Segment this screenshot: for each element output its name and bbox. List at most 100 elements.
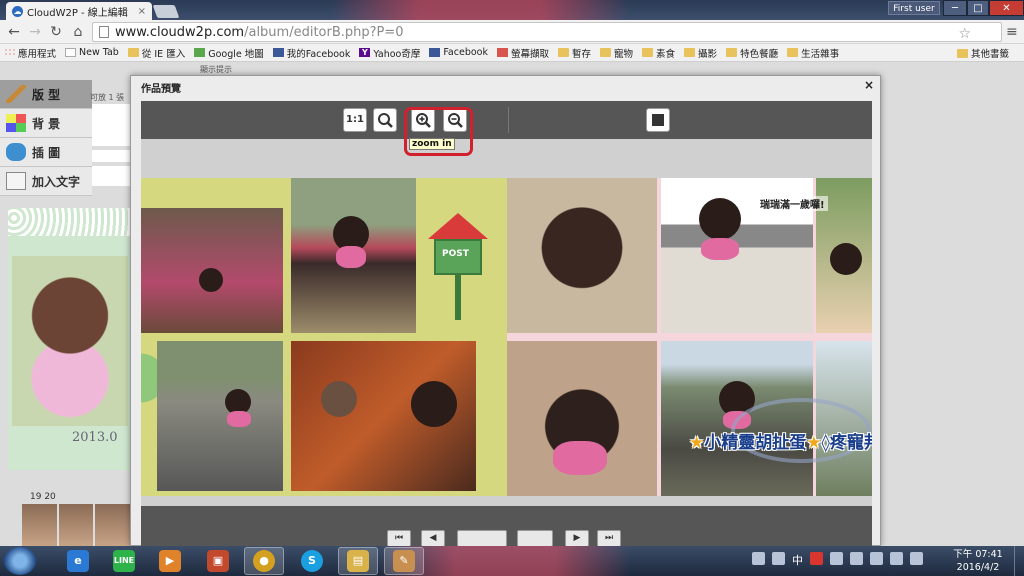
album-photo [157, 341, 283, 491]
side-menu-label: 加入文字 [32, 174, 81, 189]
window-minimize-button[interactable]: ─ [943, 0, 967, 16]
taskbar-store[interactable]: ▣ [198, 547, 238, 575]
side-menu-illustration[interactable]: 插 圖 [0, 138, 92, 167]
tab-close-icon[interactable]: × [138, 6, 146, 17]
bookmark-yahoo[interactable]: Y Yahoo奇摩 [359, 46, 420, 60]
bookmark-label: 螢幕擷取 [510, 48, 549, 60]
watermark-text: 小精靈胡扯蛋 [704, 433, 807, 453]
back-arrow-icon[interactable]: ← [6, 24, 22, 40]
page-input[interactable] [517, 530, 553, 547]
dog-photo [12, 256, 128, 426]
taskbar-paint[interactable]: ✎ [384, 547, 424, 575]
page-numbers: 19 20 [30, 492, 56, 502]
window-close-button[interactable]: ✕ [989, 0, 1024, 16]
address-bar[interactable]: www.cloudw2p.com /album/editorB.php?P=0 … [92, 22, 1002, 42]
facebook-icon [272, 48, 284, 57]
skype-icon: S [301, 550, 323, 572]
album-page-thumbnail[interactable]: 2013.0 [8, 208, 132, 470]
first-page-button[interactable]: ⏮ [387, 530, 411, 547]
taskbar-skype[interactable]: S [292, 547, 332, 575]
bookmark-new-tab[interactable]: New Tab [65, 47, 119, 58]
bookmark-label: 其他書籤 [970, 49, 1009, 60]
editor-side-menu: 版 型 背 景 插 圖 加入文字 [0, 80, 92, 200]
taskbar-ie[interactable]: e [58, 547, 98, 575]
tray-battery-icon[interactable] [870, 552, 883, 565]
bookmark-folder-vegetarian[interactable]: 素食 [642, 46, 675, 60]
layout-icon [6, 85, 26, 103]
reload-icon[interactable]: ↻ [48, 24, 64, 40]
taskbar-explorer[interactable]: ▤ [338, 547, 378, 575]
layout-option[interactable] [92, 150, 130, 162]
layout-option[interactable] [92, 166, 130, 186]
taskbar-media-player[interactable]: ▶ [150, 547, 190, 575]
bookmark-facebook[interactable]: Facebook [429, 47, 488, 58]
star-icon: ★ [806, 433, 822, 453]
bookmark-other[interactable]: 其他書籤 [956, 46, 1009, 60]
folder-icon: ▤ [347, 550, 369, 572]
folder-icon [956, 48, 968, 58]
side-menu-label: 背 景 [32, 116, 61, 131]
user-profile-badge[interactable]: First user [888, 1, 940, 15]
bookmark-folder-life[interactable]: 生活雜事 [787, 46, 839, 60]
forward-arrow-icon[interactable]: → [27, 24, 43, 40]
tray-language-indicator[interactable]: 中 [792, 552, 803, 567]
home-icon[interactable]: ⌂ [70, 24, 86, 40]
bookmark-label: New Tab [79, 47, 119, 58]
side-menu-background[interactable]: 背 景 [0, 109, 92, 138]
tray-windows-icon[interactable] [830, 552, 843, 565]
bookmark-screen-capture[interactable]: 螢幕擷取 [496, 46, 549, 60]
bookmark-folder-pets[interactable]: 寵物 [600, 46, 633, 60]
fullscreen-icon [652, 114, 664, 126]
site-favicon-icon: ☁ [12, 5, 23, 17]
taskbar-chrome[interactable]: ● [244, 547, 284, 575]
show-desktop-button[interactable] [1014, 546, 1024, 576]
page-selector[interactable] [457, 530, 507, 547]
browser-tab[interactable]: ☁ CloudW2P - 線上編輯 × [6, 2, 152, 20]
prev-page-button[interactable]: ◀ [421, 530, 445, 547]
tray-volume-icon[interactable] [910, 552, 923, 565]
page-thumbnail[interactable] [58, 504, 94, 546]
bookmark-my-facebook[interactable]: 我的Facebook [272, 46, 350, 60]
taskbar-line[interactable]: LINE [104, 547, 144, 575]
bookmark-folder-restaurants[interactable]: 特色餐廳 [726, 46, 778, 60]
new-tab-button[interactable] [152, 5, 180, 18]
page-thumbnail[interactable] [95, 504, 131, 546]
tray-keyboard-icon[interactable] [752, 552, 765, 565]
side-menu-add-text[interactable]: 加入文字 [0, 167, 92, 196]
dialog-close-icon[interactable]: × [864, 78, 874, 92]
bookmark-folder-temp[interactable]: 暫存 [558, 46, 591, 60]
bookmark-label: 暫存 [572, 48, 592, 60]
layout-option[interactable] [92, 104, 130, 146]
tray-app-icon[interactable] [810, 552, 823, 565]
last-page-button[interactable]: ⏭ [597, 530, 621, 547]
browser-toolbar: ← → ↻ ⌂ www.cloudw2p.com /album/editorB.… [0, 20, 1024, 44]
taskbar-clock[interactable]: 下午 07:41 2016/4/2 [948, 548, 1008, 574]
bookmark-google-maps[interactable]: Google 地圖 [194, 46, 264, 60]
start-button[interactable] [4, 547, 36, 575]
fit-zoom-button[interactable] [373, 108, 397, 132]
layout-options [92, 104, 130, 194]
actual-size-button[interactable]: 1:1 [343, 108, 367, 132]
bookmark-folder-photography[interactable]: 攝影 [684, 46, 717, 60]
page-thumbnail[interactable] [22, 504, 57, 546]
album-photo [141, 208, 283, 333]
bookmark-label: 素食 [656, 48, 676, 60]
side-menu-layout[interactable]: 版 型 [0, 80, 92, 109]
bookmark-apps[interactable]: 應用程式 [4, 46, 56, 60]
url-host: www.cloudw2p.com [115, 24, 245, 40]
editor-top-hint: 顯示提示 [200, 65, 232, 74]
tray-flag-icon[interactable] [850, 552, 863, 565]
album-spread: POST 瑞瑞滿一歲囉! ★小精靈胡扯蛋★◊疼寵邦◊ [141, 178, 872, 496]
bookmark-ie-import[interactable]: 從 IE 匯入 [127, 46, 185, 60]
next-page-button[interactable]: ▶ [565, 530, 589, 547]
tray-signal-icon[interactable] [890, 552, 903, 565]
fullscreen-button[interactable] [646, 108, 670, 132]
bookmark-label: Facebook [443, 47, 488, 58]
bookmark-star-icon[interactable]: ☆ [958, 26, 971, 42]
preview-viewer: 1:1 zoom in POST 瑞瑞滿一歲囉! ★小精靈胡扯蛋★◊疼寵 ⏮ ◀… [141, 101, 872, 547]
album-photo [291, 178, 416, 333]
menu-icon[interactable]: ≡ [1006, 24, 1018, 40]
window-maximize-button[interactable]: □ [967, 0, 989, 16]
windows-taskbar: e LINE ▶ ▣ ● S ▤ ✎ 中 下午 07:41 2016/4/2 [0, 546, 1024, 576]
tray-network-icon[interactable] [772, 552, 785, 565]
